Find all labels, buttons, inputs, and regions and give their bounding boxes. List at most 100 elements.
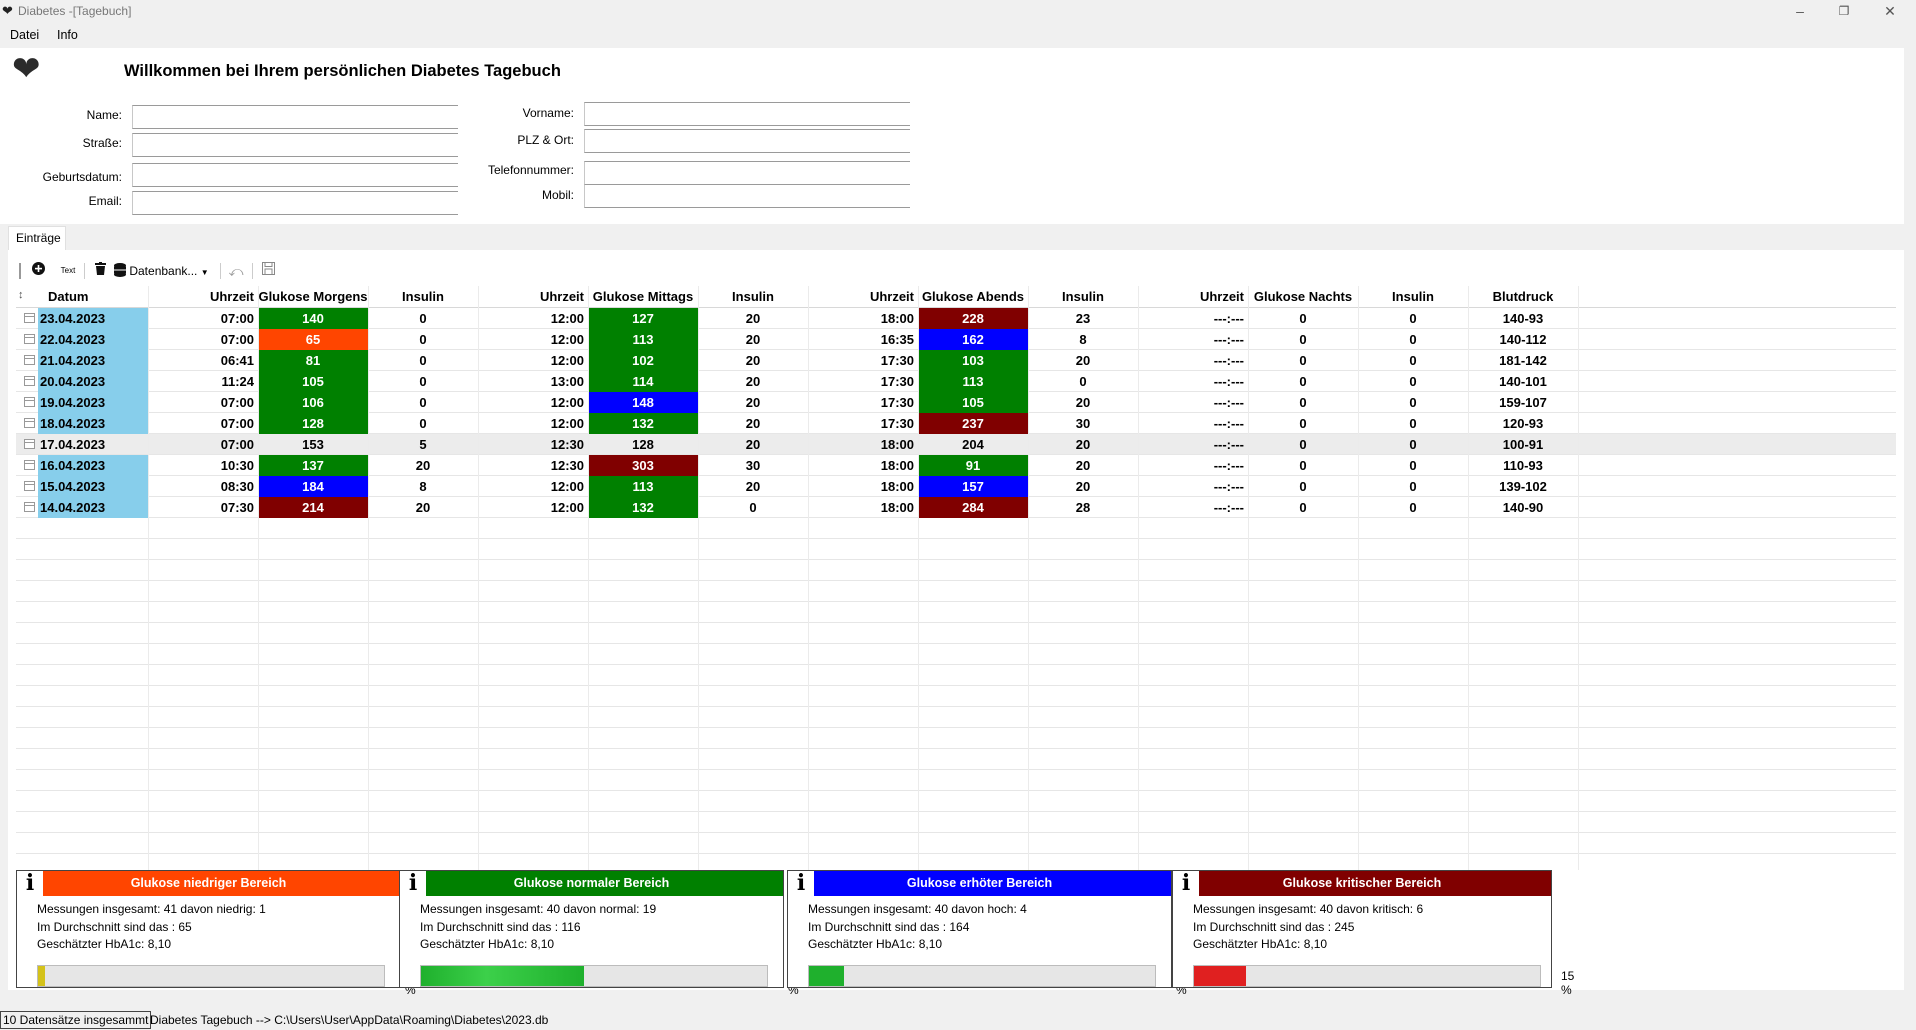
row-select-icon[interactable] [24,334,35,344]
cell-i1[interactable]: 20 [368,455,478,476]
cell-t3[interactable]: 17:30 [808,371,918,392]
cell-t3[interactable]: 18:00 [808,434,918,455]
cell-t4[interactable]: ---:--- [1138,308,1248,329]
cell-i1[interactable]: 20 [368,497,478,518]
table-row[interactable]: 20.04.2023 11:24 105 0 13:00 114 20 17:30 113 0 --… [16,371,1896,392]
table-row[interactable]: 17.04.2023 07:00 153 5 12:30 128 20 18:00 204 20-… [16,434,1896,455]
column-header[interactable]: Uhrzeit [1138,286,1248,308]
cell-g4[interactable]: 0 [1248,371,1358,392]
geburtsdatum-input[interactable] [132,163,458,187]
cell-t3[interactable]: 17:30 [808,350,918,371]
cell-bp[interactable]: 100-91 [1468,434,1578,455]
table-row[interactable]: 23.04.2023 07:00 140 0 12:00 127 20 18:00 228 23-… [16,308,1896,329]
cell-t2[interactable]: 12:00 [478,497,588,518]
cell-bp[interactable]: 140-93 [1468,308,1578,329]
cell-g4[interactable]: 0 [1248,476,1358,497]
cell-datum[interactable]: 23.04.2023 [38,308,148,329]
cell-i4[interactable]: 0 [1358,434,1468,455]
table-row[interactable]: 16.04.2023 10:30 137 20 12:30 303 30 18:00 91 20-… [16,455,1896,476]
cell-g3[interactable]: 113 [918,371,1028,392]
row-select-icon[interactable] [24,313,35,323]
cell-g3[interactable]: 157 [918,476,1028,497]
cell-g4[interactable]: 0 [1248,497,1358,518]
cell-bp[interactable]: 120-93 [1468,413,1578,434]
cell-g1[interactable]: 184 [258,476,368,497]
table-row[interactable]: 22.04.2023 07:00 65 0 12:00 113 20 16:35 162 8 ---… [16,329,1896,350]
column-header[interactable]: Insulin [698,286,808,308]
cell-datum[interactable]: 15.04.2023 [38,476,148,497]
column-header[interactable]: Uhrzeit [478,286,588,308]
cell-g4[interactable]: 0 [1248,413,1358,434]
email-input[interactable] [132,191,458,215]
cell-g2[interactable]: 114 [588,371,698,392]
cell-t1[interactable]: 08:30 [148,476,258,497]
cell-i2[interactable]: 20 [698,308,808,329]
restore-button[interactable]: ❐ [1822,0,1866,22]
plz-input[interactable] [584,129,910,153]
row-select-icon[interactable] [24,460,35,470]
cell-g2[interactable]: 127 [588,308,698,329]
cell-bp[interactable]: 139-102 [1468,476,1578,497]
save-button[interactable] [258,261,278,281]
cell-i4[interactable]: 0 [1358,476,1468,497]
cell-g2[interactable]: 128 [588,434,698,455]
cell-i1[interactable]: 0 [368,329,478,350]
cell-i4[interactable]: 0 [1358,497,1468,518]
cell-i4[interactable]: 0 [1358,413,1468,434]
cell-t4[interactable]: ---:--- [1138,329,1248,350]
table-row[interactable]: 18.04.2023 07:00 128 0 12:00 132 20 17:30 237 30-… [16,413,1896,434]
row-select-icon[interactable] [24,376,35,386]
menu-datei[interactable]: Datei [10,28,39,42]
undo-button[interactable]: ⤺ [226,261,246,281]
cell-i3[interactable]: 20 [1028,455,1138,476]
row-select-icon[interactable] [24,502,35,512]
cell-g4[interactable]: 0 [1248,455,1358,476]
strasse-input[interactable] [132,133,458,157]
cell-t1[interactable]: 07:30 [148,497,258,518]
cell-i4[interactable]: 0 [1358,329,1468,350]
column-header[interactable]: Glukose Abends [918,286,1028,308]
vorname-input[interactable] [584,102,910,126]
cell-i3[interactable]: 20 [1028,476,1138,497]
cell-i1[interactable]: 0 [368,308,478,329]
cell-bp[interactable]: 140-112 [1468,329,1578,350]
close-button[interactable]: ✕ [1868,0,1912,22]
cell-bp[interactable]: 140-101 [1468,371,1578,392]
cell-g2[interactable]: 303 [588,455,698,476]
cell-t2[interactable]: 12:30 [478,455,588,476]
database-dropdown-button[interactable]: Datenbank... ▼ [114,261,214,281]
cell-i1[interactable]: 8 [368,476,478,497]
cell-t3[interactable]: 17:30 [808,413,918,434]
cell-t1[interactable]: 11:24 [148,371,258,392]
table-row[interactable]: 14.04.2023 07:30 214 20 12:00 132 0 18:00 284 28-… [16,497,1896,518]
cell-i1[interactable]: 0 [368,350,478,371]
cell-g3[interactable]: 162 [918,329,1028,350]
cell-bp[interactable]: 140-90 [1468,497,1578,518]
cell-t1[interactable]: 07:00 [148,413,258,434]
row-select-icon[interactable] [24,397,35,407]
cell-t4[interactable]: ---:--- [1138,476,1248,497]
cell-datum[interactable]: 16.04.2023 [38,455,148,476]
cell-g4[interactable]: 0 [1248,329,1358,350]
cell-datum[interactable]: 14.04.2023 [38,497,148,518]
cell-t4[interactable]: ---:--- [1138,455,1248,476]
cell-g2[interactable]: 102 [588,350,698,371]
cell-t2[interactable]: 12:00 [478,329,588,350]
name-input[interactable] [132,105,458,129]
cell-i1[interactable]: 0 [368,371,478,392]
cell-i4[interactable]: 0 [1358,371,1468,392]
cell-bp[interactable]: 159-107 [1468,392,1578,413]
telefon-input[interactable] [584,161,910,185]
cell-t1[interactable]: 07:00 [148,434,258,455]
cell-g3[interactable]: 228 [918,308,1028,329]
cell-i1[interactable]: 0 [368,392,478,413]
cell-g1[interactable]: 137 [258,455,368,476]
cell-g1[interactable]: 106 [258,392,368,413]
cell-datum[interactable]: 17.04.2023 [38,434,148,455]
add-entry-button[interactable] [28,261,48,281]
cell-g1[interactable]: 128 [258,413,368,434]
cell-g4[interactable]: 0 [1248,392,1358,413]
cell-i3[interactable]: 0 [1028,371,1138,392]
column-header[interactable]: Insulin [1028,286,1138,308]
cell-g1[interactable]: 140 [258,308,368,329]
